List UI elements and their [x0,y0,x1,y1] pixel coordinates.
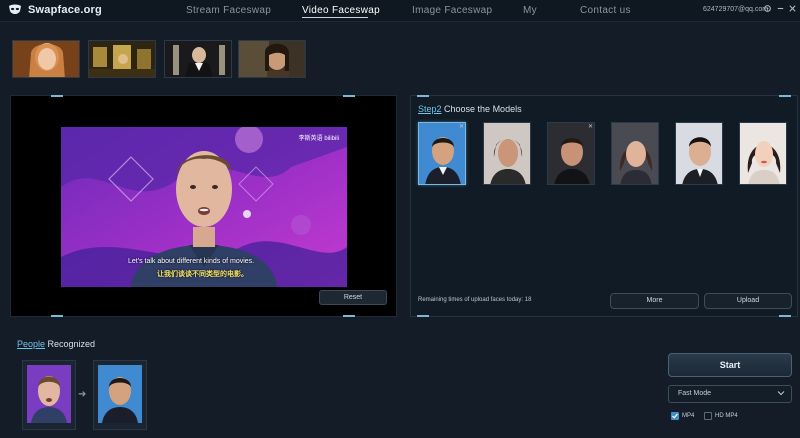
panel-corner [417,315,429,317]
nav-video-faceswap[interactable]: Video Faceswap [302,5,380,16]
models-title-step: Step2 [418,104,442,114]
app-logo[interactable]: Swapface.org [8,4,102,16]
model-face-image [484,123,530,184]
model-card-5[interactable] [675,122,723,185]
check-icon [672,413,678,419]
panel-corner [51,315,63,317]
subtitle-english: Let's talk about different kinds of movi… [128,258,255,265]
mp4-label: MP4 [682,413,695,419]
panel-corner [343,315,355,317]
close-icon[interactable]: ✕ [588,123,593,130]
top-bar: Swapface.org Stream Faceswap Video Faces… [0,0,800,22]
thumbnail-image [89,41,155,77]
start-button[interactable]: Start [668,353,792,377]
nav-my[interactable]: My [523,5,537,16]
hd-mp4-option[interactable]: HD MP4 [704,412,738,420]
model-card-2[interactable] [483,122,531,185]
mp4-checkbox[interactable] [671,412,679,420]
model-face-image [612,123,658,184]
video-thumbnail-4[interactable] [238,40,306,78]
model-face-image [740,123,786,184]
nav-stream-faceswap[interactable]: Stream Faceswap [186,5,271,16]
upload-button[interactable]: Upload [704,293,792,309]
settings-icon[interactable] [763,4,772,13]
people-title-text: Recognized [45,339,96,349]
panel-corner [51,95,63,97]
remaining-uploads-text: Remaining times of upload faces today: 1… [418,297,532,303]
account-email[interactable]: 624729707@qq.com [703,6,768,13]
video-thumbnail-3[interactable] [164,40,232,78]
app-name: Swapface.org [28,4,102,16]
target-face[interactable] [93,360,147,430]
mp4-option[interactable]: MP4 [671,412,694,420]
mode-select-value: Fast Mode [678,390,712,397]
thumbnail-image [165,41,231,77]
hd-mp4-checkbox[interactable] [704,412,712,420]
minimize-icon[interactable] [776,4,785,13]
close-icon[interactable] [788,4,797,13]
panel-corner [779,95,791,97]
people-title-highlight: People [17,339,46,349]
video-frame[interactable]: 李斯英语 bilibili Let's talk about different… [61,127,347,287]
nav-contact-us[interactable]: Contact us [580,5,631,16]
mode-select[interactable]: Fast Mode [668,385,792,403]
target-face-image [98,365,142,423]
hd-mp4-label: HD MP4 [715,413,738,419]
thumbnail-image [239,41,305,77]
nav-active-underline [302,17,368,18]
people-recognized-title: People Recognized [17,339,95,349]
video-thumbnail-2[interactable] [88,40,156,78]
close-icon[interactable]: ✕ [459,123,464,130]
thumbnail-image [13,41,79,77]
model-card-3[interactable]: ✕ [547,122,595,185]
more-button[interactable]: More [610,293,699,309]
detected-face[interactable] [22,360,76,430]
panel-corner [343,95,355,97]
models-title: Step2 Choose the Models [418,104,522,114]
panel-corner [417,95,429,97]
detected-face-image [27,365,71,423]
model-face-image [676,123,722,184]
video-watermark: 李斯英语 bilibili [298,136,339,142]
model-card-4[interactable] [611,122,659,185]
model-card-1[interactable]: ✕ [418,122,466,185]
arrow-right-icon: ➜ [78,389,87,400]
chevron-down-icon [777,391,785,396]
model-face-image [548,123,594,184]
subtitle-chinese: 让我们谈谈不同类型的电影。 [157,271,248,278]
mask-icon [9,4,21,14]
models-title-text: Choose the Models [441,104,522,114]
reset-button[interactable]: Reset [319,290,387,305]
video-preview-panel: 李斯英语 bilibili Let's talk about different… [10,95,397,317]
nav-image-faceswap[interactable]: Image Faceswap [412,5,492,16]
model-card-6[interactable] [739,122,787,185]
video-thumbnail-1[interactable] [12,40,80,78]
panel-corner [779,315,791,317]
model-face-image [419,123,465,184]
